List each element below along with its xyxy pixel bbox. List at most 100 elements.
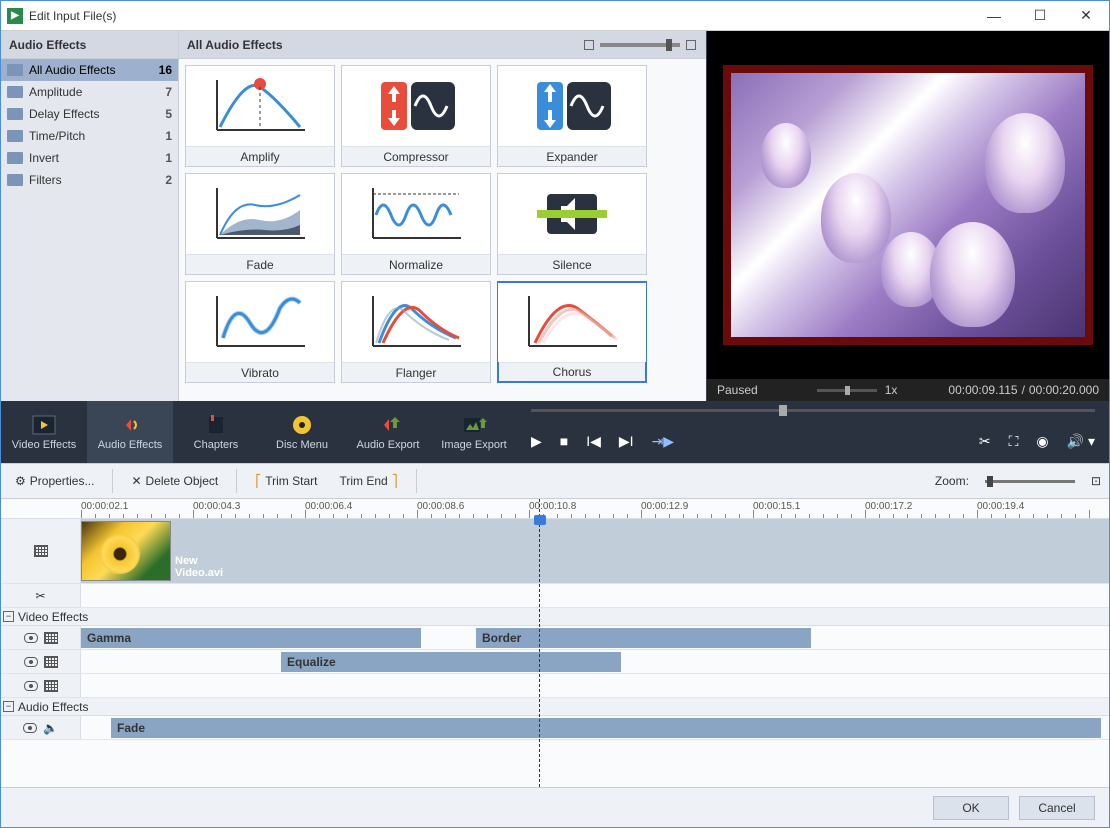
volume-button[interactable]: 🔊 ▾ [1067,433,1095,450]
preview-video[interactable] [707,31,1109,379]
effect-compressor[interactable]: Compressor [341,65,491,167]
playhead[interactable] [539,499,540,787]
play-button[interactable]: ▶ [531,433,542,450]
tab-strip: Video EffectsAudio EffectsChaptersDisc M… [1,401,1109,463]
ruler-tick: 00:00:19.4 [977,501,1024,512]
thumb-size-small-button[interactable] [584,40,594,50]
fx-clip-equalize[interactable]: Equalize [281,652,621,672]
ruler-tick: 00:00:12.9 [641,501,688,512]
delete-icon: ✕ [131,474,141,488]
effect-label: Expander [498,146,646,166]
stop-button[interactable]: ■ [560,433,568,449]
effect-normalize[interactable]: Normalize [341,173,491,275]
effect-amplify[interactable]: Amplify [185,65,335,167]
category-delay-effects[interactable]: Delay Effects5 [1,103,178,125]
preview-status-bar: Paused 1x 00:00:09.115 / 00:00:20.000 [707,379,1109,401]
tab-audio-effects[interactable]: Audio Effects [87,401,173,463]
effect-icon [498,66,646,146]
trim-start-icon: ⎡ [255,474,261,488]
tab-icon [116,413,144,437]
eye-icon [24,633,38,643]
folder-icon [7,108,23,120]
category-filters[interactable]: Filters2 [1,169,178,191]
effect-fade[interactable]: Fade [185,173,335,275]
effects-panel: All Audio Effects Amplify Compressor Expan… [179,31,707,401]
eye-icon [24,681,38,691]
tab-icon [374,413,402,437]
thumb-size-slider[interactable] [600,43,680,47]
effect-vibrato[interactable]: Vibrato [185,281,335,383]
effect-label: Flanger [342,362,490,382]
fx-clip-fade[interactable]: Fade [111,718,1101,738]
clip-thumbnail [81,521,171,581]
trim-start-button[interactable]: ⎡Trim Start [249,470,323,492]
maximize-button[interactable]: ☐ [1017,1,1063,31]
category-amplitude[interactable]: Amplitude7 [1,81,178,103]
category-invert[interactable]: Invert1 [1,147,178,169]
tab-video-effects[interactable]: Video Effects [1,401,87,463]
thumb-size-large-button[interactable] [686,40,696,50]
app-icon: ▶ [7,8,23,24]
effect-label: Normalize [342,254,490,274]
video-track-head[interactable] [1,519,81,583]
seek-bar[interactable] [517,401,1109,419]
minimize-button[interactable]: — [971,1,1017,31]
effect-chorus[interactable]: Chorus [497,281,647,383]
fx-clip-gamma[interactable]: Gamma [81,628,421,648]
sidebar: Audio Effects All Audio Effects16Amplitu… [1,31,179,401]
effect-flanger[interactable]: Flanger [341,281,491,383]
category-all-audio-effects[interactable]: All Audio Effects16 [1,59,178,81]
cancel-button[interactable]: Cancel [1019,796,1095,820]
cut-track-head[interactable]: ✂ [1,584,81,607]
clip-filename: New Video.avi [175,555,223,579]
next-frame-button[interactable]: ▶I [619,433,634,450]
speaker-icon: 🔈 [43,721,58,735]
video-clip[interactable]: New Video.avi [81,521,171,581]
window-controls: — ☐ ✕ [971,1,1109,31]
speed-slider[interactable] [817,389,877,392]
ruler-tick: 00:00:06.4 [305,501,352,512]
effect-silence[interactable]: Silence [497,173,647,275]
time-current: 00:00:09.115 [948,383,1017,397]
preview-panel: Paused 1x 00:00:09.115 / 00:00:20.000 [707,31,1109,401]
effect-label: Compressor [342,146,490,166]
effects-grid: Amplify Compressor Expander Fade Normalize Si… [179,59,706,401]
film-icon [44,656,58,668]
scissors-icon: ✂ [35,589,45,603]
fx-clip-border[interactable]: Border [476,628,811,648]
tab-image-export[interactable]: Image Export [431,401,517,463]
effects-header-title: All Audio Effects [187,38,582,52]
playback-mode-button[interactable]: ⇥▶ [652,433,675,450]
bottom-bar: OK Cancel [1,787,1109,827]
effect-label: Chorus [499,362,645,381]
audio-effects-section-header[interactable]: −Audio Effects [1,698,1109,716]
timeline-ruler[interactable]: 00:00:02.100:00:04.300:00:06.400:00:08.6… [1,499,1109,519]
close-button[interactable]: ✕ [1063,1,1109,31]
audio-fx-track-1: 🔈 Fade [1,716,1109,740]
ruler-tick: 00:00:02.1 [81,501,128,512]
zoom-fit-button[interactable]: ⊡ [1091,474,1101,488]
video-effects-section-header[interactable]: −Video Effects [1,608,1109,626]
prev-frame-button[interactable]: I◀ [586,433,601,450]
trim-end-button[interactable]: Trim End⎤ [333,470,403,492]
effect-icon [498,283,646,362]
delete-object-button[interactable]: ✕Delete Object [125,470,224,492]
effect-expander[interactable]: Expander [497,65,647,167]
ok-button[interactable]: OK [933,796,1009,820]
effects-header: All Audio Effects [179,31,706,59]
tab-icon [202,413,230,437]
cut-button[interactable]: ✂ [979,433,991,450]
effect-label: Silence [498,254,646,274]
tab-disc-menu[interactable]: Disc Menu [259,401,345,463]
snapshot-button[interactable]: ◉ [1036,433,1048,450]
cut-track: ✂ [1,584,1109,608]
timeline: 00:00:02.100:00:04.300:00:06.400:00:08.6… [1,499,1109,787]
fullscreen-button[interactable]: ⛶ [1009,433,1019,450]
properties-button[interactable]: ⚙Properties... [9,470,100,492]
zoom-slider[interactable] [985,480,1075,483]
folder-icon [7,64,23,76]
category-time-pitch[interactable]: Time/Pitch1 [1,125,178,147]
tab-audio-export[interactable]: Audio Export [345,401,431,463]
window-title: Edit Input File(s) [29,9,971,23]
tab-chapters[interactable]: Chapters [173,401,259,463]
